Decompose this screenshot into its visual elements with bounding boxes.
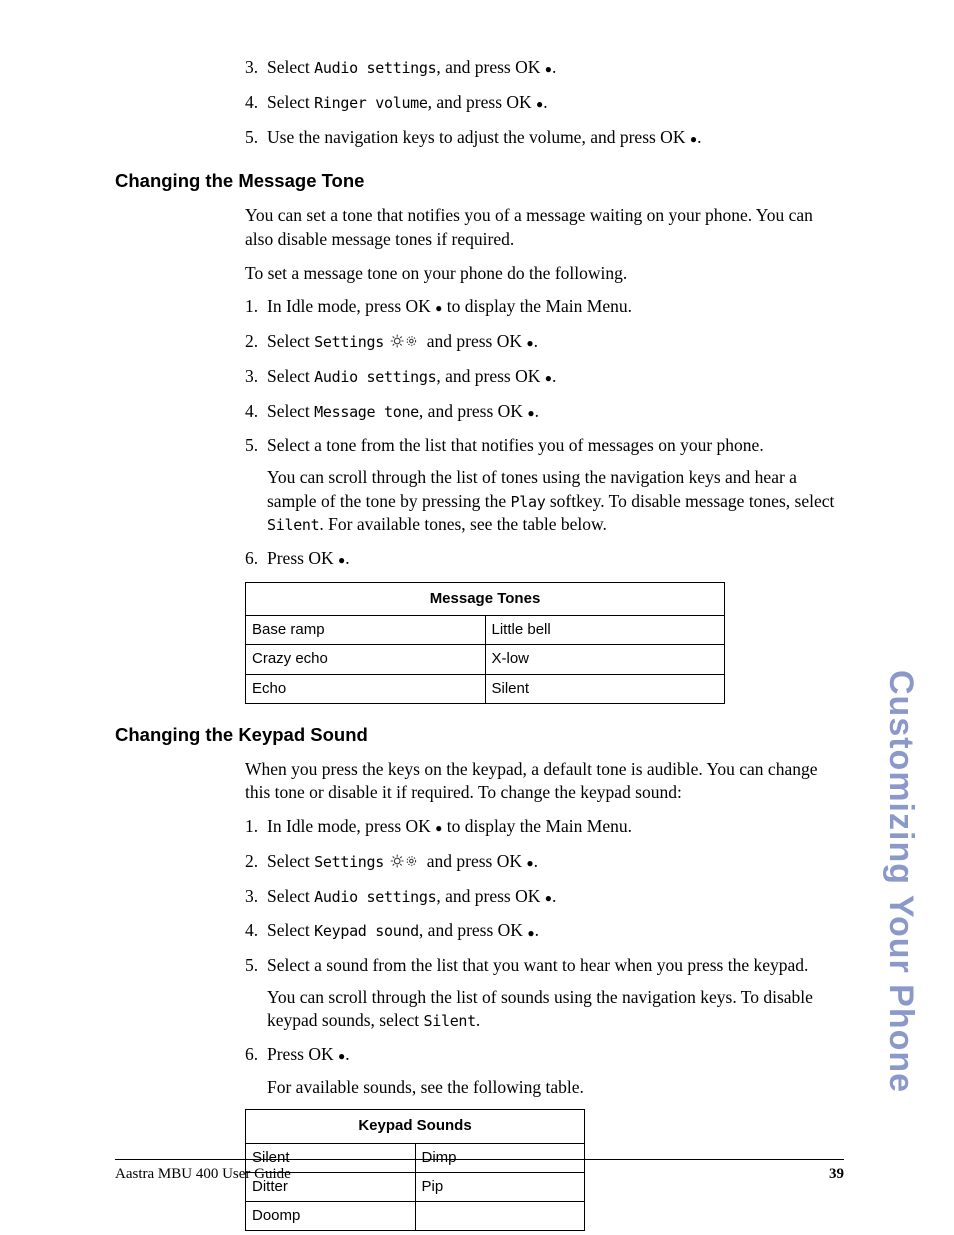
settings-gears-icon bbox=[388, 851, 422, 871]
ok-bullet-icon bbox=[690, 126, 697, 150]
settings-gears-icon bbox=[388, 331, 422, 351]
intro-steps-block: 3.Select Audio settings, and press OK . 4… bbox=[245, 56, 845, 150]
ok-bullet-icon bbox=[435, 295, 442, 319]
ok-bullet-icon bbox=[526, 850, 533, 874]
list-step: 5.Use the navigation keys to adjust the … bbox=[245, 126, 845, 151]
table-cell: Doomp bbox=[246, 1202, 416, 1231]
list-step: 5.Select a tone from the list that notif… bbox=[245, 434, 845, 537]
list-step: 4.Select Message tone, and press OK . bbox=[245, 400, 845, 425]
msg-block: You can set a tone that notifies you of … bbox=[245, 204, 845, 703]
ok-bullet-icon bbox=[526, 330, 533, 354]
list-step: 4.Select Keypad sound, and press OK . bbox=[245, 919, 845, 944]
ok-bullet-icon bbox=[527, 920, 534, 944]
table-cell: Base ramp bbox=[246, 616, 486, 645]
ok-bullet-icon bbox=[545, 56, 552, 80]
ok-bullet-icon bbox=[338, 547, 345, 571]
table-cell: Silent bbox=[485, 674, 725, 703]
msg-p1: You can set a tone that notifies you of … bbox=[245, 204, 845, 251]
table-row: EchoSilent bbox=[246, 674, 725, 703]
list-step: 2.Select Settings and press OK . bbox=[245, 330, 845, 355]
key-table-header: Keypad Sounds bbox=[246, 1110, 585, 1143]
list-step: 6.Press OK . bbox=[245, 547, 845, 572]
table-row: Doomp bbox=[246, 1202, 585, 1231]
ok-bullet-icon bbox=[435, 815, 442, 839]
heading-keypad-sound: Changing the Keypad Sound bbox=[115, 724, 844, 746]
table-cell: Little bell bbox=[485, 616, 725, 645]
list-step: 3.Select Audio settings, and press OK . bbox=[245, 365, 845, 390]
list-step: 5.Select a sound from the list that you … bbox=[245, 954, 845, 1033]
list-step: 3.Select Audio settings, and press OK . bbox=[245, 56, 845, 81]
page-number: 39 bbox=[829, 1166, 844, 1183]
ok-bullet-icon bbox=[527, 400, 534, 424]
list-step: 3.Select Audio settings, and press OK . bbox=[245, 885, 845, 910]
msg-table-header: Message Tones bbox=[246, 582, 725, 615]
list-step: 1.In Idle mode, press OK to display the … bbox=[245, 295, 845, 320]
list-step: 1.In Idle mode, press OK to display the … bbox=[245, 815, 845, 840]
ok-bullet-icon bbox=[545, 365, 552, 389]
table-cell: X-low bbox=[485, 645, 725, 674]
table-row: Crazy echoX-low bbox=[246, 645, 725, 674]
message-tones-table: Message Tones Base rampLittle bellCrazy … bbox=[245, 582, 725, 704]
msg-p2: To set a message tone on your phone do t… bbox=[245, 262, 845, 286]
list-step: 6.Press OK .For available sounds, see th… bbox=[245, 1043, 845, 1099]
table-cell bbox=[415, 1202, 585, 1231]
key-p1: When you press the keys on the keypad, a… bbox=[245, 758, 845, 805]
table-cell: Echo bbox=[246, 674, 486, 703]
ok-bullet-icon bbox=[545, 885, 552, 909]
side-tab-text: Customizing Your Phone bbox=[881, 670, 920, 1093]
table-cell: Crazy echo bbox=[246, 645, 486, 674]
list-step: 2.Select Settings and press OK . bbox=[245, 850, 845, 875]
footer-left: Aastra MBU 400 User Guide bbox=[115, 1166, 291, 1183]
page: 3.Select Audio settings, and press OK . 4… bbox=[0, 0, 954, 1235]
table-row: Base rampLittle bell bbox=[246, 616, 725, 645]
ok-bullet-icon bbox=[536, 91, 543, 115]
ok-bullet-icon bbox=[338, 1043, 345, 1067]
footer: Aastra MBU 400 User Guide 39 bbox=[115, 1159, 844, 1183]
list-step: 4.Select Ringer volume, and press OK . bbox=[245, 91, 845, 116]
heading-message-tone: Changing the Message Tone bbox=[115, 170, 844, 192]
